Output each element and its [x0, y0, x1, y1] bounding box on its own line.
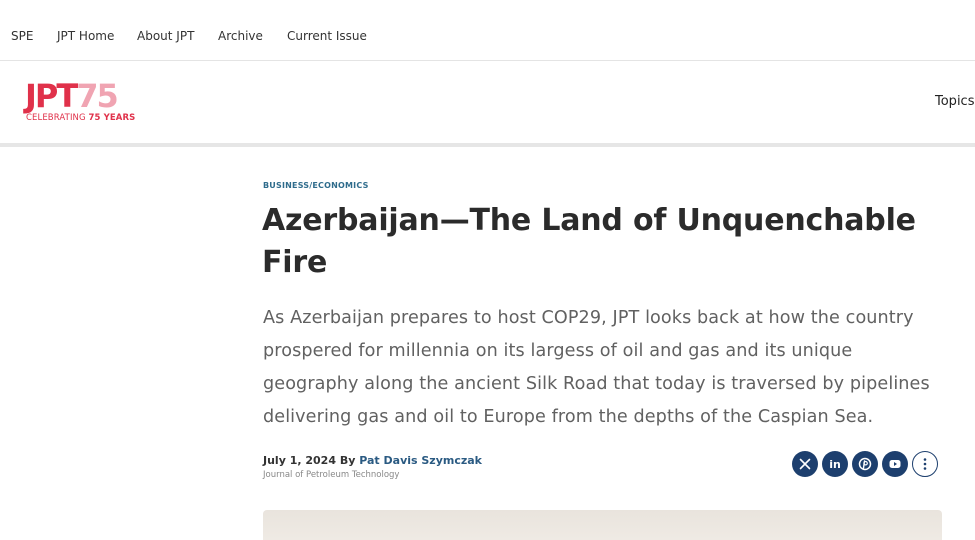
logo-tagline: CELEBRATING 75 YEARS: [26, 113, 136, 123]
article-byline: July 1, 2024 By Pat Davis Szymczak: [263, 454, 482, 467]
x-icon[interactable]: [792, 451, 818, 477]
nav-link-archive[interactable]: Archive: [218, 29, 263, 43]
linkedin-icon[interactable]: in: [822, 451, 848, 477]
nav-link-about-jpt[interactable]: About JPT: [137, 29, 194, 43]
logo-wordmark: JPT75: [25, 77, 119, 115]
hero-image: [263, 510, 942, 540]
article-date: July 1, 2024: [263, 454, 336, 467]
topics-menu-button[interactable]: Topics: [935, 94, 974, 109]
youtube-icon[interactable]: [882, 451, 908, 477]
article-author[interactable]: Pat Davis Szymczak: [359, 454, 482, 467]
top-nav: SPE JPT Home About JPT Archive Current I…: [0, 0, 975, 61]
masthead: JPT75 CELEBRATING 75 YEARS Topics: [0, 61, 975, 147]
more-icon[interactable]: [912, 451, 938, 477]
pinterest-icon[interactable]: [852, 451, 878, 477]
article-title: Azerbaijan—The Land of Unquenchable Fire: [262, 203, 916, 280]
jpt75-logo[interactable]: JPT75 CELEBRATING 75 YEARS: [25, 80, 155, 128]
byline-by: By: [339, 454, 356, 467]
nav-link-spe[interactable]: SPE: [11, 29, 33, 43]
nav-link-jpt-home[interactable]: JPT Home: [57, 29, 114, 43]
article-dek: As Azerbaijan prepares to host COP29, JP…: [263, 308, 930, 427]
nav-link-current-issue[interactable]: Current Issue: [287, 29, 367, 43]
article-category[interactable]: BUSINESS/ECONOMICS: [263, 181, 369, 191]
article-source: Journal of Petroleum Technology: [263, 470, 400, 480]
